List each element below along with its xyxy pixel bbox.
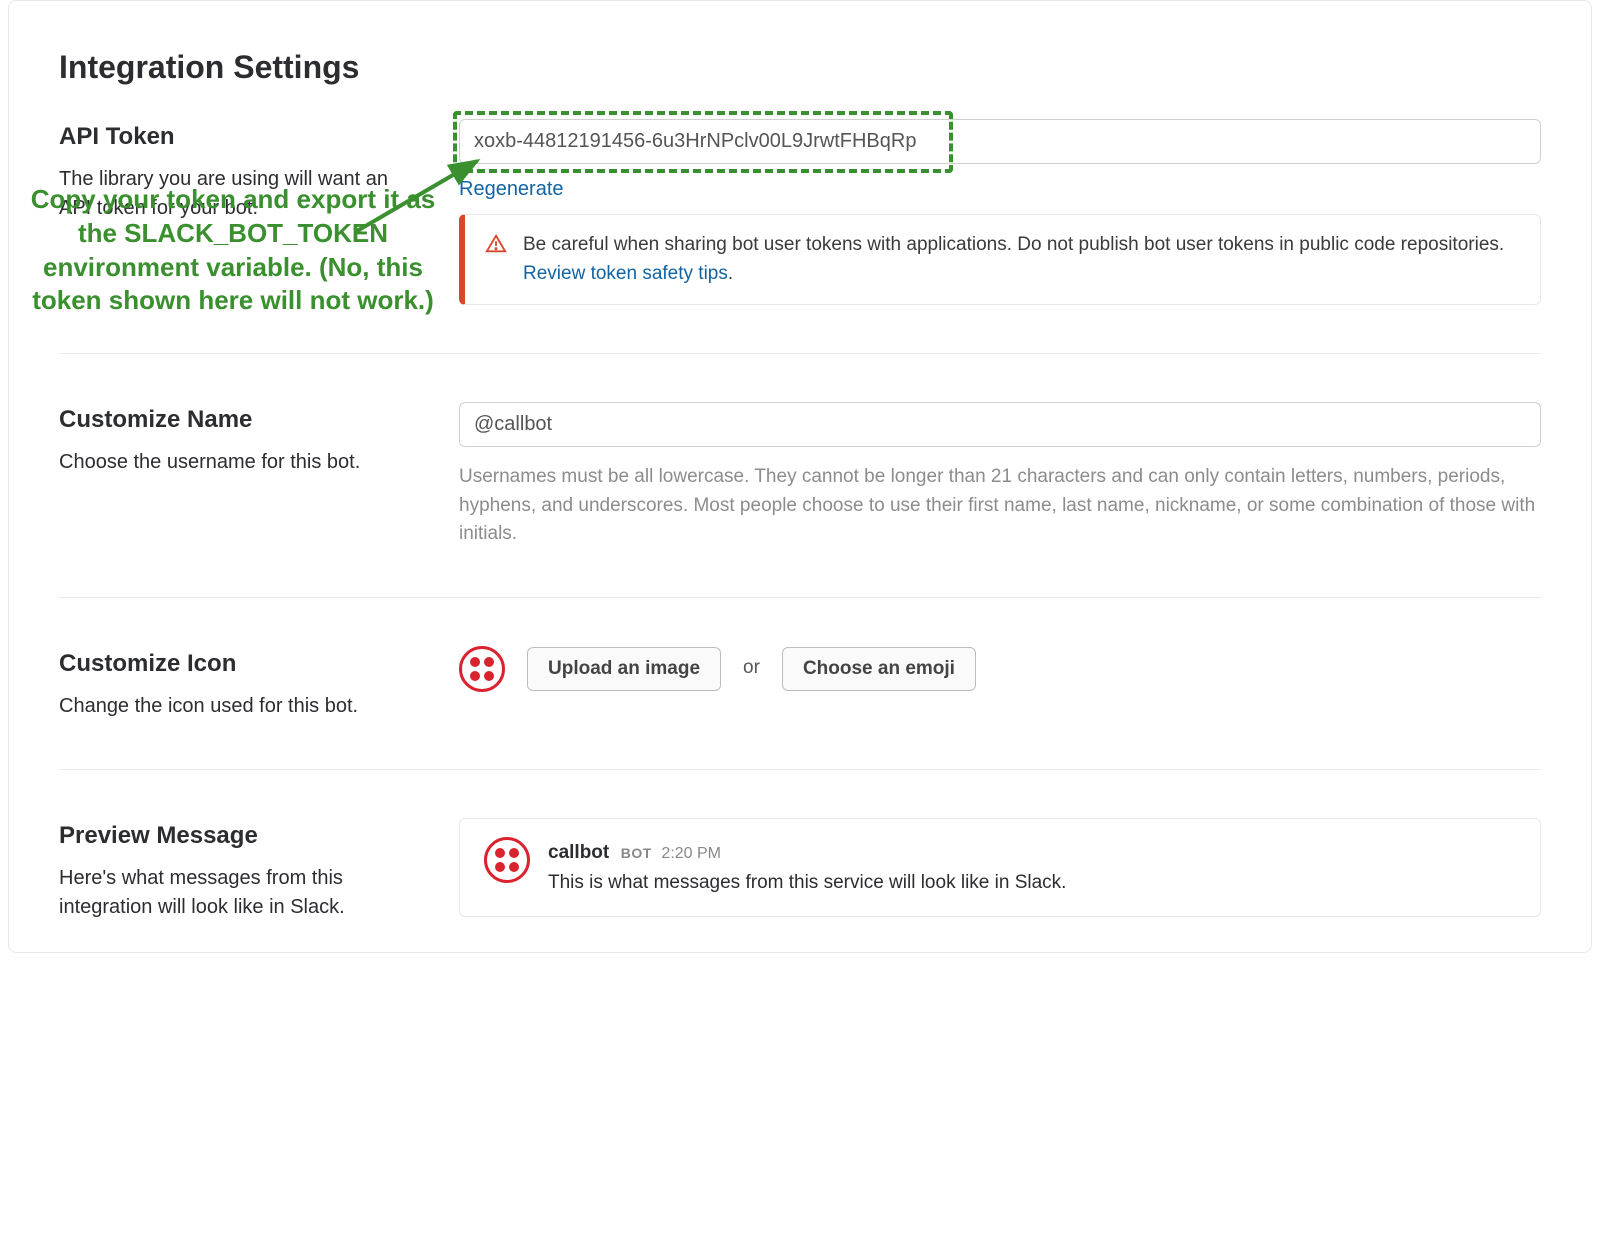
username-help-text: Usernames must be all lowercase. They ca… (459, 463, 1541, 549)
regenerate-link[interactable]: Regenerate (459, 174, 564, 204)
username-input[interactable] (459, 402, 1541, 447)
customize-icon-section: Customize Icon Change the icon used for … (59, 646, 1541, 770)
customize-name-description: Choose the username for this bot. (59, 448, 419, 477)
warning-text-suffix: . (728, 263, 733, 284)
preview-heading: Preview Message (59, 818, 419, 854)
customize-icon-description: Change the icon used for this bot. (59, 692, 419, 721)
token-warning-box: Be careful when sharing bot user tokens … (459, 214, 1541, 305)
token-safety-link[interactable]: Review token safety tips (523, 263, 728, 284)
preview-message-text: This is what messages from this service … (548, 869, 1066, 898)
or-label: or (743, 654, 760, 683)
warning-text-prefix: Be careful when sharing bot user tokens … (523, 234, 1504, 255)
preview-bot-badge: BOT (621, 845, 652, 861)
api-token-heading: API Token (59, 119, 419, 155)
customize-name-section: Customize Name Choose the username for t… (59, 402, 1541, 598)
integration-settings-panel: Integration Settings API Token The libra… (8, 0, 1592, 953)
api-token-section: API Token The library you are using will… (59, 119, 1541, 354)
page-title: Integration Settings (59, 43, 1541, 91)
preview-message-section: Preview Message Here's what messages fro… (59, 818, 1541, 922)
preview-description: Here's what messages from this integrati… (59, 864, 419, 922)
api-token-description: The library you are using will want an A… (59, 165, 419, 223)
customize-icon-heading: Customize Icon (59, 646, 419, 682)
upload-image-button[interactable]: Upload an image (527, 647, 721, 691)
choose-emoji-button[interactable]: Choose an emoji (782, 647, 976, 691)
preview-avatar-icon (484, 837, 530, 883)
api-token-input[interactable] (459, 119, 1541, 164)
preview-bot-name: callbot (548, 842, 609, 863)
customize-name-heading: Customize Name (59, 402, 419, 438)
preview-timestamp: 2:20 PM (661, 845, 721, 862)
warning-icon (485, 233, 507, 264)
bot-avatar-icon (459, 646, 505, 692)
preview-card: callbot BOT 2:20 PM This is what message… (459, 818, 1541, 917)
token-warning-text: Be careful when sharing bot user tokens … (523, 231, 1520, 288)
